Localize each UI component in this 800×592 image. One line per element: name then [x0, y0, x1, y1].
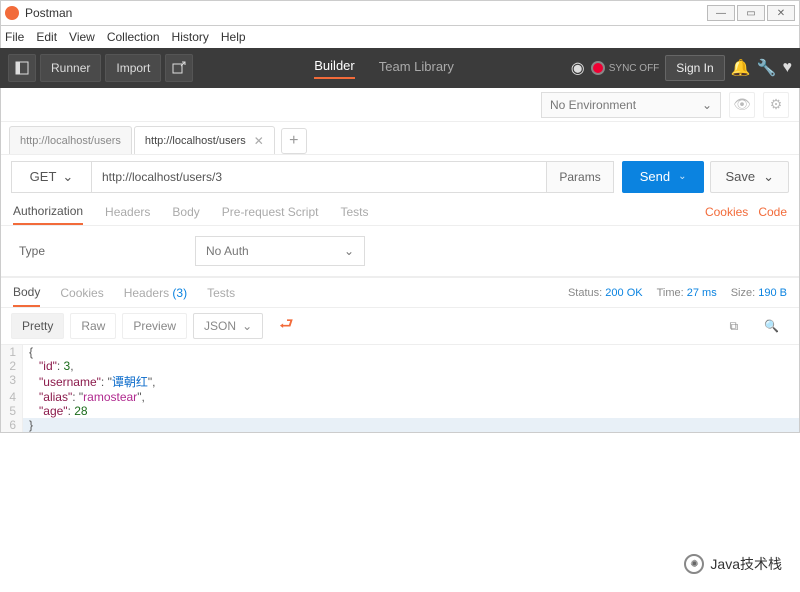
- params-button[interactable]: Params: [547, 161, 613, 193]
- environment-select[interactable]: No Environment ⌄: [541, 92, 721, 118]
- menu-view[interactable]: View: [69, 30, 95, 44]
- postman-logo-icon: [5, 6, 19, 20]
- subtab-tests[interactable]: Tests: [340, 205, 368, 219]
- menu-bar: File Edit View Collection History Help: [0, 26, 800, 48]
- code-link[interactable]: Code: [758, 205, 787, 219]
- view-pretty-button[interactable]: Pretty: [11, 313, 64, 339]
- window-maximize-button[interactable]: ▭: [737, 5, 765, 21]
- menu-history[interactable]: History: [172, 30, 209, 44]
- subtab-authorization[interactable]: Authorization: [13, 204, 83, 225]
- toggle-sidebar-button[interactable]: [8, 54, 36, 82]
- auth-type-select[interactable]: No Auth ⌄: [195, 236, 365, 266]
- auth-type-label: Type: [19, 244, 45, 258]
- add-tab-button[interactable]: +: [281, 128, 307, 154]
- send-button[interactable]: Send⌄: [622, 161, 705, 193]
- copy-response-button[interactable]: ⧉: [719, 313, 748, 339]
- wechat-icon: ✺: [684, 554, 704, 574]
- runner-button[interactable]: Runner: [40, 54, 101, 82]
- menu-edit[interactable]: Edit: [36, 30, 57, 44]
- menu-file[interactable]: File: [5, 30, 24, 44]
- tab-team-library[interactable]: Team Library: [379, 59, 454, 78]
- search-response-button[interactable]: 🔍: [754, 313, 789, 339]
- sync-dot-icon: [591, 61, 605, 75]
- window-minimize-button[interactable]: —: [707, 5, 735, 21]
- capture-icon[interactable]: ◉: [571, 58, 585, 78]
- subtab-headers[interactable]: Headers: [105, 205, 150, 219]
- search-icon: 🔍: [764, 319, 779, 333]
- resp-tab-tests[interactable]: Tests: [207, 286, 235, 300]
- view-preview-button[interactable]: Preview: [122, 313, 187, 339]
- menu-collection[interactable]: Collection: [107, 30, 160, 44]
- window-close-button[interactable]: ✕: [767, 5, 795, 21]
- request-tab[interactable]: http://localhost/users ✕: [134, 126, 275, 154]
- url-input[interactable]: [91, 161, 547, 193]
- env-quicklook-button[interactable]: 👁: [729, 92, 755, 118]
- wrap-icon: ⮐: [279, 313, 293, 340]
- sign-in-button[interactable]: Sign In: [665, 55, 724, 81]
- import-button[interactable]: Import: [105, 54, 161, 82]
- window-titlebar: Postman — ▭ ✕: [0, 0, 800, 26]
- chevron-down-icon: ⌄: [62, 169, 73, 185]
- resp-tab-headers[interactable]: Headers (3): [124, 286, 187, 300]
- wrap-lines-button[interactable]: ⮐: [269, 313, 303, 339]
- time-label: Time: 27 ms: [657, 287, 717, 299]
- sync-status[interactable]: SYNC OFF: [591, 61, 660, 75]
- watermark: ✺ Java技术栈: [684, 554, 782, 574]
- close-tab-icon[interactable]: ✕: [254, 134, 264, 148]
- copy-icon: ⧉: [729, 319, 738, 334]
- settings-wrench-icon[interactable]: 🔧: [757, 58, 777, 78]
- gear-icon: ⚙: [770, 96, 783, 113]
- main-toolbar: Runner Import Builder Team Library ◉ SYN…: [0, 48, 800, 88]
- status-label: Status: 200 OK: [568, 287, 643, 299]
- subtab-body[interactable]: Body: [172, 205, 199, 219]
- notifications-icon[interactable]: 🔔: [731, 58, 751, 78]
- chevron-down-icon: ⌄: [242, 319, 252, 333]
- http-method-select[interactable]: GET ⌄: [11, 161, 91, 193]
- menu-help[interactable]: Help: [221, 30, 246, 44]
- heart-icon[interactable]: ♥: [783, 59, 793, 77]
- env-settings-button[interactable]: ⚙: [763, 92, 789, 118]
- format-select[interactable]: JSON ⌄: [193, 313, 263, 339]
- request-tab[interactable]: http://localhost/users: [9, 126, 132, 154]
- view-raw-button[interactable]: Raw: [70, 313, 116, 339]
- new-window-button[interactable]: [165, 54, 193, 82]
- chevron-down-icon: ⌄: [763, 169, 774, 185]
- chevron-down-icon: ⌄: [702, 98, 712, 112]
- tab-builder[interactable]: Builder: [314, 58, 354, 79]
- save-button[interactable]: Save⌄: [710, 161, 789, 193]
- request-tabs: http://localhost/users http://localhost/…: [1, 122, 799, 154]
- chevron-down-icon: ⌄: [344, 244, 354, 258]
- cookies-link[interactable]: Cookies: [705, 205, 748, 219]
- size-label: Size: 190 B: [731, 287, 787, 299]
- chevron-down-icon: ⌄: [678, 171, 686, 182]
- resp-tab-body[interactable]: Body: [13, 285, 40, 307]
- resp-tab-cookies[interactable]: Cookies: [60, 286, 103, 300]
- window-title: Postman: [25, 6, 707, 20]
- new-window-icon: [172, 61, 186, 75]
- response-body-viewer[interactable]: 1{2 "id": 3,3 "username": "谭朝红",4 "alias…: [1, 344, 799, 432]
- eye-icon: 👁: [733, 96, 751, 113]
- panel-icon: [15, 61, 29, 75]
- subtab-pre-request[interactable]: Pre-request Script: [222, 205, 319, 219]
